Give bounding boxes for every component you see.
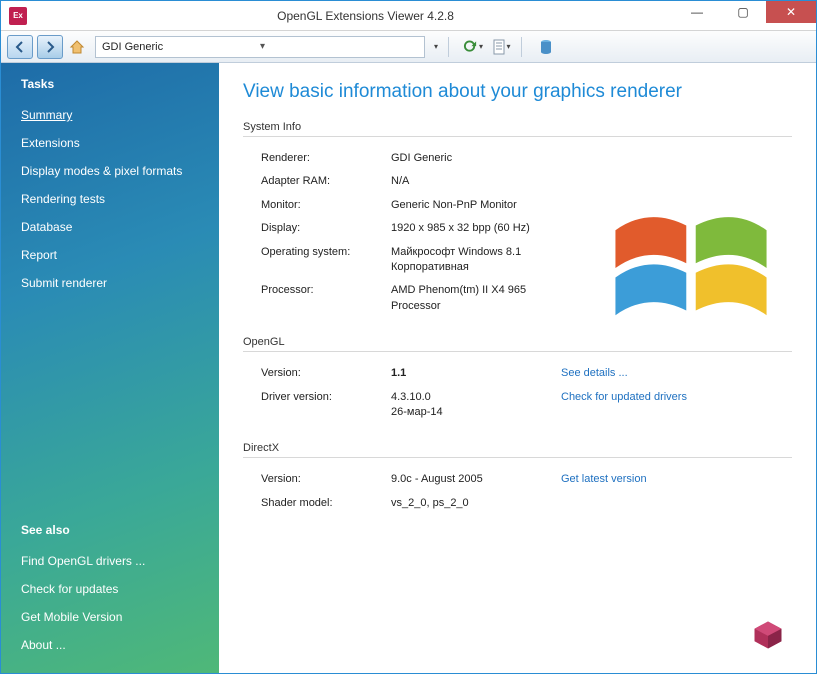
- gl-version-label: Version:: [261, 366, 391, 381]
- app-window: Ex OpenGL Extensions Viewer 4.2.8 — ▢ ✕ …: [0, 0, 817, 674]
- toolbar: GDI Generic ▾ ▾ ▾ ▾: [1, 31, 816, 63]
- seealso-header: See also: [21, 523, 219, 537]
- home-button[interactable]: [67, 37, 87, 57]
- sidebar-item-summary[interactable]: Summary: [21, 101, 219, 129]
- document-button[interactable]: ▾: [491, 37, 511, 57]
- window-buttons: — ▢ ✕: [674, 1, 816, 23]
- close-button[interactable]: ✕: [766, 1, 816, 23]
- directx-group: DirectX Version:9.0c - August 2005Get la…: [243, 442, 792, 515]
- os-value: Майкрософт Windows 8.1 Корпоративная: [391, 245, 561, 276]
- dx-version-value: 9.0c - August 2005: [391, 472, 561, 487]
- gl-version-value: 1.1: [391, 366, 561, 381]
- dx-version-row: Version:9.0c - August 2005Get latest ver…: [243, 468, 792, 491]
- cpu-value: AMD Phenom(tm) II X4 965 Processor: [391, 283, 561, 314]
- windows-logo-icon: [596, 183, 786, 353]
- renderer-label: Renderer:: [261, 151, 391, 166]
- page-heading: View basic information about your graphi…: [243, 81, 792, 103]
- sidebar-item-check-updates[interactable]: Check for updates: [21, 575, 219, 603]
- sidebar-item-extensions[interactable]: Extensions: [21, 129, 219, 157]
- see-details-link[interactable]: See details ...: [561, 366, 701, 381]
- get-latest-link[interactable]: Get latest version: [561, 472, 701, 487]
- monitor-value: Generic Non-PnP Monitor: [391, 198, 561, 213]
- content: View basic information about your graphi…: [219, 63, 816, 673]
- sidebar: Tasks Summary Extensions Display modes &…: [1, 63, 219, 673]
- ram-value: N/A: [391, 174, 561, 189]
- check-drivers-link[interactable]: Check for updated drivers: [561, 390, 701, 421]
- tasks-header: Tasks: [21, 77, 219, 91]
- minimize-button[interactable]: —: [674, 1, 720, 23]
- directx-title: DirectX: [243, 442, 792, 458]
- sidebar-item-submit-renderer[interactable]: Submit renderer: [21, 269, 219, 297]
- gl-driver-row: Driver version:4.3.10.0 26-мар-14Check f…: [243, 386, 792, 425]
- sidebar-item-mobile-version[interactable]: Get Mobile Version: [21, 603, 219, 631]
- database-button[interactable]: [536, 37, 556, 57]
- monitor-label: Monitor:: [261, 198, 391, 213]
- separator: [448, 37, 449, 57]
- titlebar: Ex OpenGL Extensions Viewer 4.2.8 — ▢ ✕: [1, 1, 816, 31]
- app-icon: Ex: [9, 7, 27, 25]
- renderer-row: Renderer:GDI Generic: [243, 147, 792, 170]
- dx-shader-row: Shader model:vs_2_0, ps_2_0: [243, 492, 792, 515]
- sidebar-item-find-drivers[interactable]: Find OpenGL drivers ...: [21, 547, 219, 575]
- dropdown-arrow-icon[interactable]: ▾: [434, 42, 438, 51]
- display-label: Display:: [261, 221, 391, 236]
- display-value: 1920 x 985 x 32 bpp (60 Hz): [391, 221, 561, 236]
- sidebar-item-rendering-tests[interactable]: Rendering tests: [21, 185, 219, 213]
- gl-driver-value: 4.3.10.0 26-мар-14: [391, 390, 561, 421]
- spacer: [21, 297, 219, 523]
- back-button[interactable]: [7, 35, 33, 59]
- sidebar-item-report[interactable]: Report: [21, 241, 219, 269]
- refresh-button[interactable]: ▾: [463, 37, 483, 57]
- system-info-title: System Info: [243, 121, 792, 137]
- os-label: Operating system:: [261, 245, 391, 276]
- renderer-value: GDI Generic: [391, 151, 561, 166]
- forward-button[interactable]: [37, 35, 63, 59]
- sidebar-item-database[interactable]: Database: [21, 213, 219, 241]
- renderer-dropdown[interactable]: GDI Generic ▾: [95, 36, 425, 58]
- chevron-down-icon: ▾: [479, 42, 483, 51]
- cpu-label: Processor:: [261, 283, 391, 314]
- gl-driver-label: Driver version:: [261, 390, 391, 421]
- dx-version-label: Version:: [261, 472, 391, 487]
- separator: [521, 37, 522, 57]
- renderer-dropdown-value: GDI Generic: [102, 41, 260, 53]
- chevron-down-icon: ▾: [260, 41, 418, 52]
- maximize-button[interactable]: ▢: [720, 1, 766, 23]
- gl-version-row: Version:1.1See details ...: [243, 362, 792, 385]
- dx-shader-label: Shader model:: [261, 496, 391, 511]
- sidebar-item-about[interactable]: About ...: [21, 631, 219, 659]
- dx-shader-value: vs_2_0, ps_2_0: [391, 496, 561, 511]
- sidebar-item-display-modes[interactable]: Display modes & pixel formats: [21, 157, 219, 185]
- chevron-down-icon: ▾: [507, 42, 511, 51]
- body: Tasks Summary Extensions Display modes &…: [1, 63, 816, 673]
- ram-label: Adapter RAM:: [261, 174, 391, 189]
- directx-logo-icon: [750, 617, 786, 653]
